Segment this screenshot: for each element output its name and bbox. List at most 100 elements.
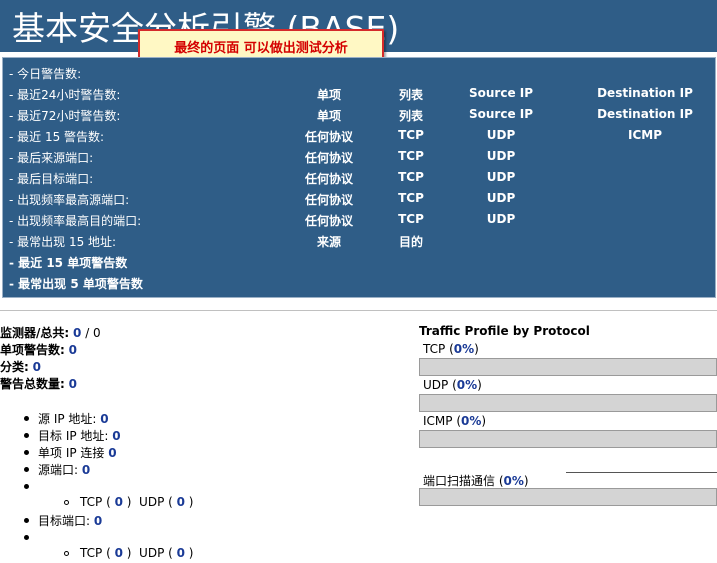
sensors-label: 监测器/总共:	[0, 326, 70, 340]
circle-bullet-icon	[64, 551, 69, 556]
stats-row-top5-unique: - 最常出现 5 单项警告数	[3, 273, 715, 294]
stats-link[interactable]: 单项	[317, 107, 341, 124]
stats-link[interactable]: TCP	[398, 191, 424, 205]
bullet-icon	[24, 518, 29, 523]
dst-udp-link[interactable]: 0	[177, 546, 185, 560]
stats-link[interactable]: UDP	[487, 191, 516, 205]
stats-link[interactable]: ICMP	[628, 128, 662, 142]
stats-row-label[interactable]: - 最常出现 5 单项警告数	[9, 275, 143, 292]
icmp-pct-link[interactable]: 0%	[461, 414, 481, 428]
udp-label: UDP	[139, 546, 165, 560]
total-alerts-link[interactable]: 0	[69, 377, 77, 391]
list-item-src-port-empty	[22, 478, 193, 495]
dst-ip-link[interactable]: 0	[112, 429, 120, 443]
bullet-icon	[24, 450, 29, 455]
unique-alerts-link[interactable]: 0	[69, 343, 77, 357]
stats-row-freq-src-port: - 出现频率最高源端口: 任何协议 TCP UDP	[3, 189, 715, 210]
stats-link[interactable]: 任何协议	[305, 149, 353, 166]
stats-link[interactable]: UDP	[487, 170, 516, 184]
stats-row-last15-unique: - 最近 15 单项警告数	[3, 252, 715, 273]
src-port-label: 源端口:	[38, 463, 79, 477]
stats-row-label: - 出现频率最高目的端口:	[9, 214, 142, 228]
proto-label-portscan: 端口扫描通信 (0%)	[423, 474, 529, 488]
stats-link[interactable]: Destination IP	[597, 86, 693, 100]
bullet-icon	[24, 535, 29, 540]
dst-tcp-link[interactable]: 0	[115, 546, 123, 560]
summary-block: 监测器/总共: 0 / 0 单项警告数: 0 分类: 0 警告总数量: 0	[0, 324, 101, 392]
src-tcp-link[interactable]: 0	[115, 495, 123, 509]
bullet-icon	[24, 433, 29, 438]
src-ip-label: 源 IP 地址:	[38, 412, 97, 426]
src-port-link[interactable]: 0	[82, 463, 90, 477]
stats-link[interactable]: UDP	[487, 212, 516, 226]
stats-link[interactable]: TCP	[398, 170, 424, 184]
tcp-label: TCP	[80, 495, 103, 509]
udp-pct-link[interactable]: 0%	[457, 378, 477, 392]
bullet-icon	[24, 467, 29, 472]
portscan-label: 端口扫描通信	[423, 474, 496, 488]
stats-link[interactable]: 任何协议	[305, 191, 353, 208]
stats-row-last-dst-port: - 最后目标端口: 任何协议 TCP UDP	[3, 168, 715, 189]
stats-link[interactable]: TCP	[398, 128, 424, 142]
dst-port-label: 目标端口:	[38, 514, 91, 528]
stats-row-freq-dst-port: - 出现频率最高目的端口: 任何协议 TCP UDP	[3, 210, 715, 231]
categories-link[interactable]: 0	[33, 360, 41, 374]
stats-row-last-src-port: - 最后来源端口: 任何协议 TCP UDP	[3, 147, 715, 168]
categories-label: 分类:	[0, 360, 29, 374]
stats-row-last15: - 最近 15 警告数: 任何协议 TCP UDP ICMP	[3, 126, 715, 147]
traffic-profile: Traffic Profile by Protocol TCP (0%) UDP…	[419, 324, 717, 508]
dst-port-proto-row: TCP ( 0 ) UDP ( 0 )	[22, 546, 193, 563]
udp-bar	[419, 394, 717, 412]
tcp-pct-link[interactable]: 0%	[454, 342, 474, 356]
traffic-title: Traffic Profile by Protocol	[419, 324, 590, 338]
categories-row: 分类: 0	[0, 358, 101, 375]
dst-port-link[interactable]: 0	[94, 514, 102, 528]
total-alerts-row: 警告总数量: 0	[0, 375, 101, 392]
stats-row-label[interactable]: - 最近 15 单项警告数	[9, 254, 127, 271]
stats-link[interactable]: 单项	[317, 86, 341, 103]
stats-link[interactable]: Destination IP	[597, 107, 693, 121]
proto-label-udp: UDP (0%)	[423, 378, 482, 392]
stats-row-label: - 最近24小时警告数:	[9, 88, 121, 102]
sensors-row: 监测器/总共: 0 / 0	[0, 324, 101, 341]
stats-row-label: - 最后来源端口:	[9, 151, 94, 165]
stats-row-label: - 今日警告数:	[9, 67, 82, 81]
src-port-proto-row: TCP ( 0 ) UDP ( 0 )	[22, 495, 193, 512]
stats-link[interactable]: 列表	[399, 86, 423, 103]
stats-link[interactable]: 目的	[399, 233, 423, 250]
ip-links-link[interactable]: 0	[108, 446, 116, 460]
src-ip-link[interactable]: 0	[100, 412, 108, 426]
stats-link[interactable]: 任何协议	[305, 212, 353, 229]
portscan-pct-link[interactable]: 0%	[504, 474, 524, 488]
proto-name-tcp: TCP	[423, 342, 446, 356]
proto-name-udp: UDP	[423, 378, 449, 392]
stats-link[interactable]: TCP	[398, 149, 424, 163]
divider-short	[566, 472, 717, 473]
list-item-dst-port-empty	[22, 529, 193, 546]
stats-row-today: - 今日警告数:	[3, 63, 715, 84]
unique-alerts-row: 单项警告数: 0	[0, 341, 101, 358]
stats-row-label: - 最常出现 15 地址:	[9, 235, 117, 249]
list-item-dst-ip: 目标 IP 地址: 0	[22, 427, 193, 444]
sensors-total: 0	[93, 326, 101, 340]
stats-link[interactable]: 来源	[317, 233, 341, 250]
stats-link[interactable]: UDP	[487, 128, 516, 142]
stats-row-label: - 出现频率最高源端口:	[9, 193, 130, 207]
stats-link[interactable]: Source IP	[469, 107, 533, 121]
list-item-src-ip: 源 IP 地址: 0	[22, 410, 193, 427]
stats-link[interactable]: 列表	[399, 107, 423, 124]
src-udp-link[interactable]: 0	[177, 495, 185, 509]
unique-alerts-label: 单项警告数:	[0, 343, 65, 357]
stats-link[interactable]: 任何协议	[305, 128, 353, 145]
udp-label: UDP	[139, 495, 165, 509]
list-item-ip-links: 单项 IP 连接 0	[22, 444, 193, 461]
stats-link[interactable]: TCP	[398, 212, 424, 226]
tcp-bar	[419, 358, 717, 376]
bullet-icon	[24, 416, 29, 421]
stats-link[interactable]: UDP	[487, 149, 516, 163]
proto-name-icmp: ICMP	[423, 414, 453, 428]
ip-links-label: 单项 IP 连接	[38, 446, 105, 460]
stats-link[interactable]: 任何协议	[305, 170, 353, 187]
stats-link[interactable]: Source IP	[469, 86, 533, 100]
